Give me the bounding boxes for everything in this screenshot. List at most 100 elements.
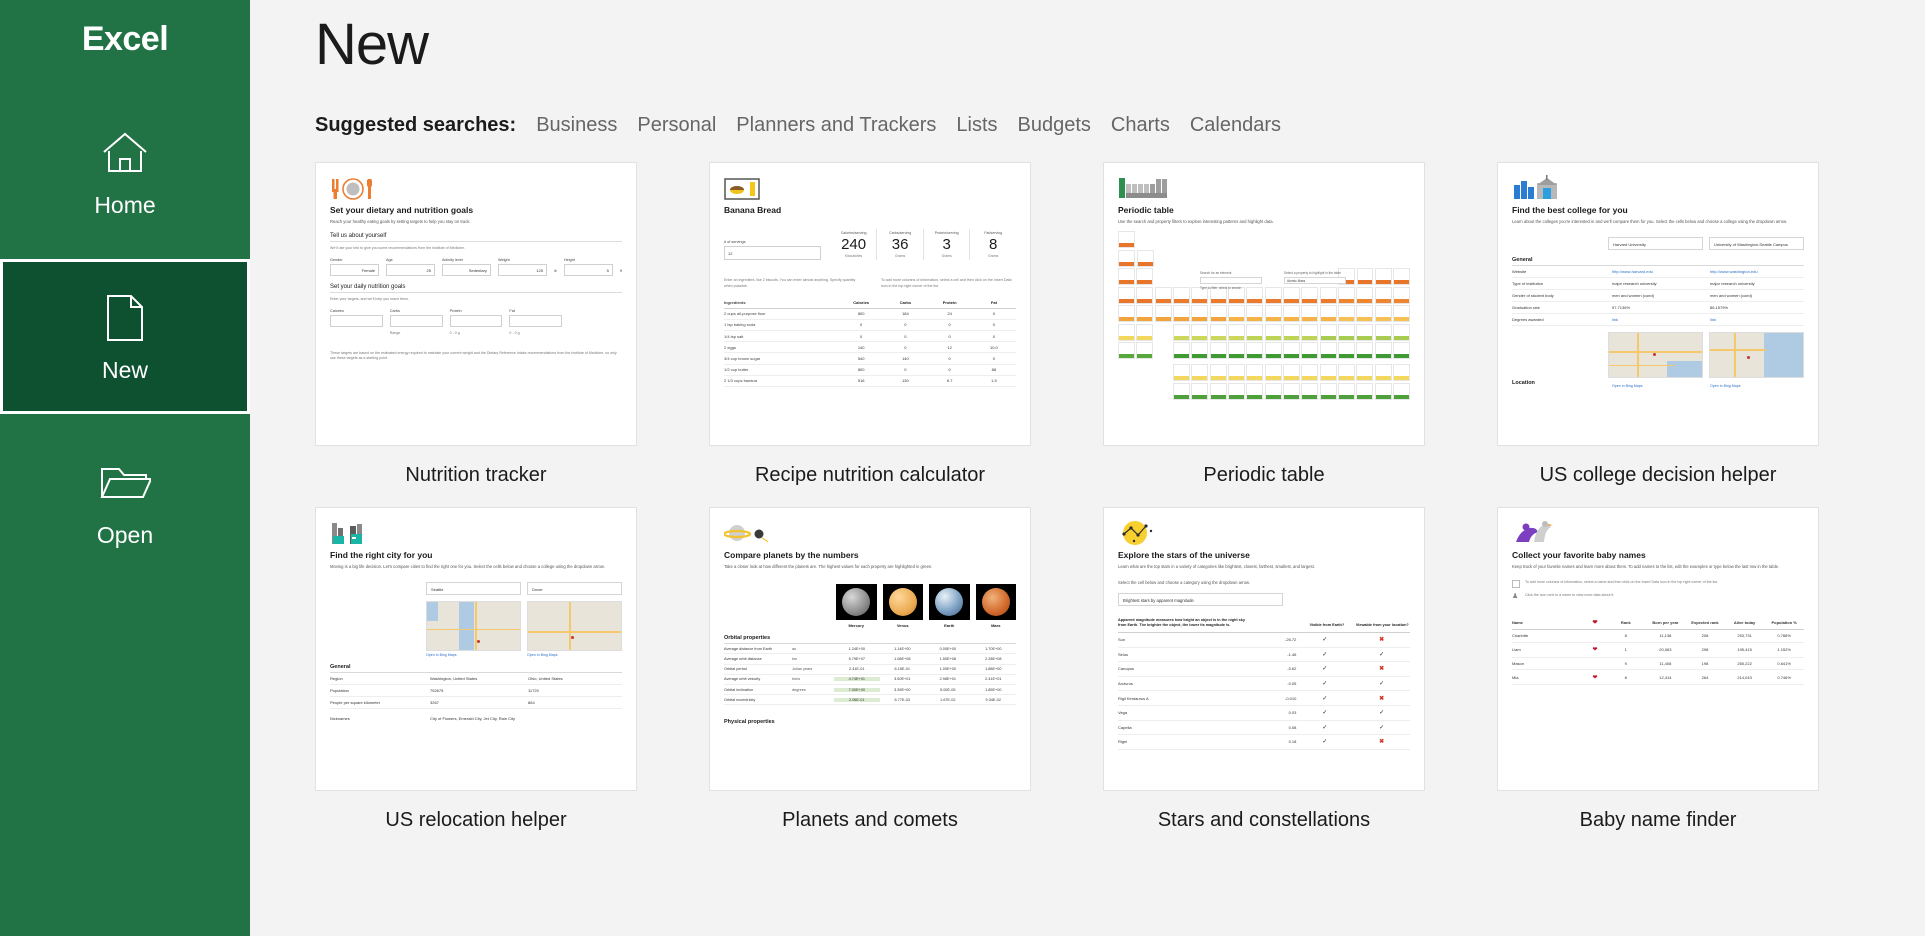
element-cell[interactable] bbox=[1301, 364, 1319, 382]
element-cell[interactable] bbox=[1283, 364, 1300, 382]
element-cell[interactable] bbox=[1283, 382, 1300, 400]
sidebar-item-new[interactable]: New bbox=[0, 259, 250, 414]
element-cell[interactable] bbox=[1228, 364, 1245, 382]
filter-value[interactable]: Atomic Mass bbox=[1284, 276, 1346, 284]
element-cell[interactable] bbox=[1393, 305, 1410, 323]
suggested-search-business[interactable]: Business bbox=[536, 114, 617, 137]
element-cell[interactable] bbox=[1136, 323, 1154, 341]
sidebar-item-open[interactable]: Open bbox=[0, 424, 250, 579]
element-cell[interactable] bbox=[1356, 342, 1374, 360]
cell-value[interactable]: http://www.washington.edu bbox=[1706, 269, 1804, 274]
element-cell[interactable] bbox=[1338, 364, 1355, 382]
planet-earth[interactable]: Earth bbox=[929, 584, 970, 628]
element-cell[interactable] bbox=[1338, 342, 1355, 360]
element-cell[interactable] bbox=[1228, 305, 1245, 323]
element-cell[interactable] bbox=[1393, 323, 1410, 341]
element-cell[interactable] bbox=[1393, 268, 1411, 286]
map-link[interactable]: Open in Bing Maps bbox=[426, 653, 521, 657]
element-cell[interactable] bbox=[1264, 364, 1282, 382]
college-select-1[interactable]: Harvard University bbox=[1608, 237, 1703, 251]
element-cell[interactable] bbox=[1136, 249, 1154, 267]
element-cell[interactable] bbox=[1264, 342, 1282, 360]
template-tile-planets-and-comets[interactable]: Compare planets by the numbers Take a cl… bbox=[709, 507, 1031, 832]
element-cell[interactable] bbox=[1118, 249, 1135, 267]
element-cell[interactable] bbox=[1246, 364, 1264, 382]
template-tile-us-college-decision-helper[interactable]: Find the best college for you Learn abou… bbox=[1497, 162, 1819, 487]
element-cell[interactable] bbox=[1319, 364, 1337, 382]
element-cell[interactable] bbox=[1173, 305, 1190, 323]
element-cell[interactable] bbox=[1172, 382, 1190, 400]
suggested-search-lists[interactable]: Lists bbox=[956, 114, 997, 137]
element-cell[interactable] bbox=[1374, 382, 1392, 400]
element-cell[interactable] bbox=[1319, 382, 1337, 400]
element-cell[interactable] bbox=[1191, 305, 1209, 323]
map-link[interactable]: Open in Bing Maps bbox=[1706, 384, 1804, 388]
element-cell[interactable] bbox=[1136, 286, 1154, 304]
element-cell[interactable] bbox=[1301, 305, 1319, 323]
planet-mars[interactable]: Mars bbox=[975, 584, 1016, 628]
element-cell[interactable] bbox=[1191, 382, 1209, 400]
element-cell[interactable] bbox=[1374, 323, 1392, 341]
element-cell[interactable] bbox=[1118, 323, 1135, 341]
element-cell[interactable] bbox=[1118, 342, 1135, 360]
element-cell[interactable] bbox=[1356, 364, 1374, 382]
element-cell[interactable] bbox=[1246, 342, 1264, 360]
element-cell[interactable] bbox=[1209, 364, 1227, 382]
element-cell[interactable] bbox=[1209, 305, 1227, 323]
suggested-search-personal[interactable]: Personal bbox=[637, 114, 716, 137]
category-select[interactable]: Brightest stars by apparent magnitude bbox=[1118, 592, 1283, 606]
element-cell[interactable] bbox=[1264, 305, 1282, 323]
element-cell[interactable] bbox=[1246, 305, 1264, 323]
map-thumbnail[interactable] bbox=[1608, 332, 1703, 379]
template-tile-periodic-table[interactable]: Periodic table Use the search and proper… bbox=[1103, 162, 1425, 487]
map-thumbnail[interactable] bbox=[1709, 332, 1804, 379]
element-cell[interactable] bbox=[1301, 323, 1319, 341]
element-cell[interactable] bbox=[1356, 305, 1374, 323]
cell-value[interactable]: link bbox=[1608, 317, 1706, 322]
servings-value[interactable]: 12 bbox=[724, 246, 821, 260]
field-value[interactable]: 25 bbox=[385, 264, 435, 277]
element-cell[interactable] bbox=[1301, 382, 1319, 400]
cell-value[interactable]: http://www.harvard.edu bbox=[1608, 269, 1706, 274]
template-tile-stars-and-constellations[interactable]: Explore the stars of the universe Learn … bbox=[1103, 507, 1425, 832]
element-cell[interactable] bbox=[1228, 342, 1245, 360]
element-cell[interactable] bbox=[1301, 342, 1319, 360]
element-cell[interactable] bbox=[1374, 342, 1392, 360]
field-value[interactable]: Female bbox=[330, 264, 379, 277]
suggested-search-calendars[interactable]: Calendars bbox=[1190, 114, 1281, 137]
template-tile-baby-name-finder[interactable]: Collect your favorite baby names Keep tr… bbox=[1497, 507, 1819, 832]
map-link[interactable]: Open in Bing Maps bbox=[1608, 384, 1706, 388]
field-value[interactable] bbox=[389, 314, 443, 327]
cell-value[interactable]: link bbox=[1706, 317, 1804, 322]
element-cell[interactable] bbox=[1283, 323, 1300, 341]
element-cell[interactable] bbox=[1191, 323, 1209, 341]
map-thumbnail[interactable] bbox=[426, 601, 521, 652]
element-cell[interactable] bbox=[1374, 268, 1392, 286]
field-value[interactable] bbox=[449, 314, 503, 327]
element-cell[interactable] bbox=[1154, 305, 1172, 323]
element-cell[interactable] bbox=[1374, 364, 1392, 382]
element-cell[interactable] bbox=[1283, 342, 1300, 360]
element-cell[interactable] bbox=[1136, 268, 1154, 286]
template-tile-us-relocation-helper[interactable]: Find the right city for you Moving is a … bbox=[315, 507, 637, 832]
suggested-search-planners[interactable]: Planners and Trackers bbox=[736, 114, 936, 137]
element-cell[interactable] bbox=[1319, 323, 1337, 341]
element-cell[interactable] bbox=[1393, 286, 1410, 304]
element-cell[interactable] bbox=[1191, 342, 1209, 360]
element-cell[interactable] bbox=[1118, 286, 1135, 304]
element-cell[interactable] bbox=[1246, 323, 1264, 341]
field-value[interactable]: 5 bbox=[563, 264, 613, 277]
suggested-search-budgets[interactable]: Budgets bbox=[1018, 114, 1091, 137]
field-value[interactable] bbox=[509, 314, 563, 327]
sidebar-item-home[interactable]: Home bbox=[0, 94, 250, 249]
element-cell[interactable] bbox=[1136, 305, 1154, 323]
college-select-2[interactable]: University of Washington-Seattle Campus bbox=[1709, 237, 1804, 251]
element-cell[interactable] bbox=[1356, 382, 1374, 400]
element-cell[interactable] bbox=[1118, 305, 1135, 323]
element-cell[interactable] bbox=[1283, 305, 1300, 323]
element-cell[interactable] bbox=[1209, 323, 1227, 341]
element-cell[interactable] bbox=[1209, 342, 1227, 360]
element-cell[interactable] bbox=[1356, 323, 1374, 341]
element-cell[interactable] bbox=[1118, 231, 1135, 249]
element-cell[interactable] bbox=[1154, 286, 1172, 304]
